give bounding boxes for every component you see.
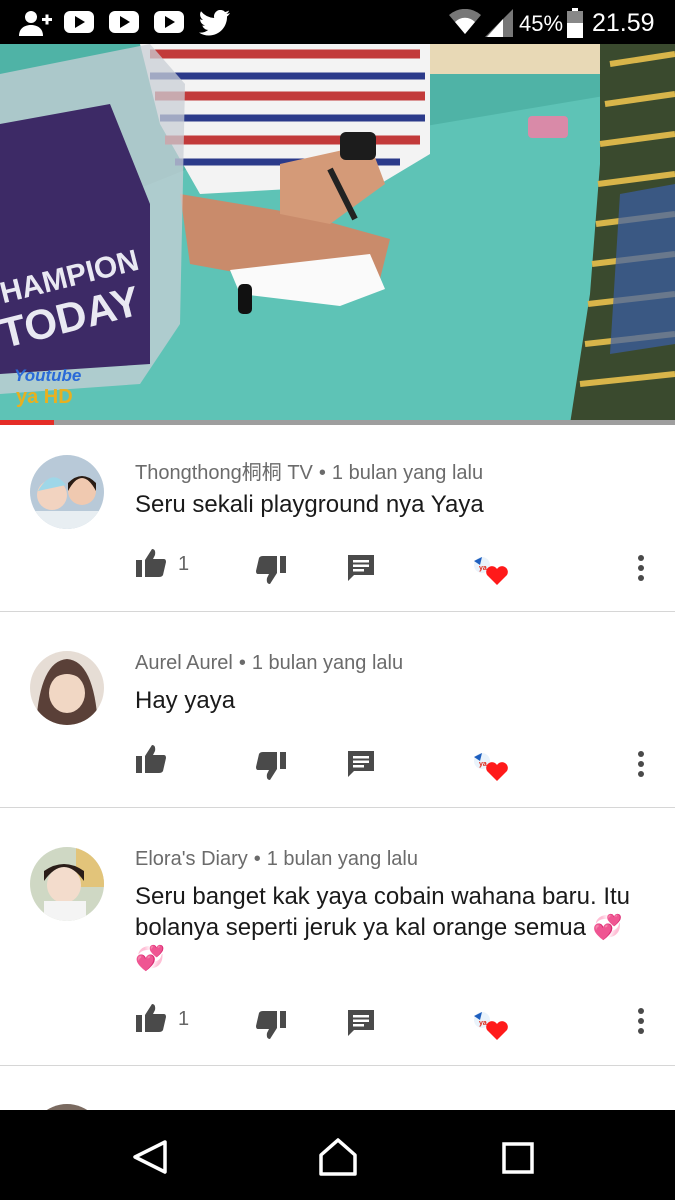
battery-icon <box>567 8 583 38</box>
comment-author[interactable]: Thongthong桐桐 TV <box>135 462 313 484</box>
thumbs-down-icon[interactable] <box>256 1011 286 1039</box>
comment-meta: Aurel Aurel • 1 bulan yang lalu <box>135 652 403 675</box>
comment-text: Seru sekali playground nya Yaya <box>135 491 484 518</box>
comment-meta: Thongthong桐桐 TV • 1 bulan yang lalu <box>135 456 483 485</box>
creator-heart-icon: ya <box>474 753 508 781</box>
comment-text: Hay yaya <box>135 687 236 714</box>
video-player[interactable]: HAMPION TODAY Youtube ya HD <box>0 44 675 424</box>
status-bar: 45% 21.59 <box>0 0 675 44</box>
channel-watermark: Youtube ya HD <box>14 366 104 416</box>
thumbs-down-icon[interactable] <box>256 556 286 584</box>
youtube-icon <box>154 11 184 33</box>
comment-time: 1 bulan yang lalu <box>251 652 404 674</box>
svg-text:ya: ya <box>479 1020 487 1027</box>
meta-separator: • <box>238 652 246 674</box>
like-count: 1 <box>178 1008 190 1030</box>
creator-heart-icon: ya <box>474 557 508 585</box>
add-person-icon <box>19 11 52 36</box>
youtube-icon <box>64 11 94 33</box>
wifi-icon <box>449 9 481 34</box>
more-options-icon[interactable] <box>636 1008 646 1034</box>
comment-item: Aurel Aurel • 1 bulan yang lalu Hay yaya y… <box>0 612 675 808</box>
meta-separator: • <box>318 462 326 484</box>
watermark-line1: Youtube <box>14 366 82 385</box>
navigation-bar <box>0 1110 675 1200</box>
more-options-icon[interactable] <box>636 751 646 777</box>
like-count: 1 <box>178 553 190 575</box>
comment-text: Seru banget kak yaya cobain wahana baru.… <box>135 883 630 972</box>
comment-time: 1 bulan yang lalu <box>266 848 418 870</box>
comment-author[interactable]: Elora's Diary <box>135 848 248 870</box>
thumbs-up-icon[interactable] <box>136 549 166 577</box>
reply-icon[interactable] <box>348 1010 374 1036</box>
recents-icon[interactable] <box>502 1142 534 1174</box>
comment-meta: Elora's Diary • 1 bulan yang lalu <box>135 848 418 871</box>
clock: 21.59 <box>592 9 655 37</box>
home-icon[interactable] <box>318 1137 358 1177</box>
svg-text:ya: ya <box>479 565 487 572</box>
watermark-line2: ya HD <box>16 386 73 408</box>
more-options-icon[interactable] <box>636 555 646 581</box>
avatar[interactable] <box>30 847 104 921</box>
thumbs-down-icon[interactable] <box>256 752 286 780</box>
battery-percent: 45% <box>519 11 564 36</box>
comment-author[interactable]: Aurel Aurel <box>135 652 233 674</box>
back-icon[interactable] <box>132 1139 168 1175</box>
avatar[interactable] <box>30 651 104 725</box>
comment-time: 1 bulan yang lalu <box>331 462 484 484</box>
thumbs-up-icon[interactable] <box>136 1004 166 1032</box>
meta-separator: • <box>253 848 261 870</box>
twitter-icon <box>199 10 230 36</box>
reply-icon[interactable] <box>348 555 374 581</box>
avatar[interactable] <box>30 455 104 529</box>
comment-item: Elora's Diary • 1 bulan yang lalu Seru ban… <box>0 808 675 1066</box>
svg-text:ya: ya <box>479 761 487 768</box>
next-comment-peek <box>0 1066 675 1110</box>
youtube-icon <box>109 11 139 33</box>
creator-heart-icon: ya <box>474 1012 508 1040</box>
reply-icon[interactable] <box>348 751 374 777</box>
signal-icon <box>485 9 513 37</box>
comment-item: Thongthong桐桐 TV • 1 bulan yang lalu Seru s… <box>0 425 675 612</box>
thumbs-up-icon[interactable] <box>136 745 166 773</box>
